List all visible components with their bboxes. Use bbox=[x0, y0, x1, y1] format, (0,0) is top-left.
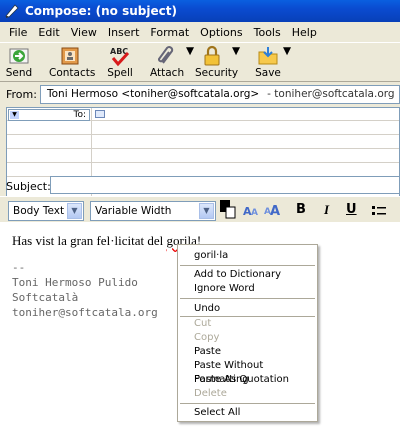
svg-text:A: A bbox=[251, 208, 258, 218]
recipient-row[interactable] bbox=[7, 136, 399, 149]
security-label: Security bbox=[195, 67, 239, 79]
bold-button[interactable]: B bbox=[296, 202, 306, 217]
spell-label: Spell bbox=[107, 67, 133, 79]
save-dropdown-icon[interactable]: ▼ bbox=[283, 45, 291, 57]
attach-label: Attach bbox=[150, 67, 185, 79]
menu-item-delete[interactable]: Delete bbox=[178, 387, 317, 401]
save-button[interactable]: Save bbox=[255, 45, 281, 79]
from-label: From: bbox=[6, 88, 37, 101]
menu-item-ignore-word[interactable]: Ignore Word bbox=[178, 282, 317, 296]
smaller-font-icon[interactable]: A A bbox=[243, 202, 261, 218]
security-button[interactable]: Security bbox=[195, 45, 238, 79]
from-identity: Toni Hermoso <toniher@softcatala.org> bbox=[47, 88, 260, 100]
attach-dropdown-icon[interactable]: ▼ bbox=[186, 45, 194, 57]
menu-item-copy[interactable]: Copy bbox=[178, 331, 317, 345]
contact-card-icon bbox=[95, 110, 105, 118]
menu-tools[interactable]: Tools bbox=[249, 26, 287, 39]
compose-toolbar: Send Contacts ABC Spell Attach ▼ Securit… bbox=[0, 42, 400, 82]
menu-separator bbox=[180, 298, 315, 299]
recipient-row[interactable] bbox=[7, 150, 399, 163]
menu-item-undo[interactable]: Undo bbox=[178, 302, 317, 316]
menu-view[interactable]: View bbox=[66, 26, 103, 39]
recipient-type-select[interactable]: ▼ To: bbox=[8, 109, 90, 121]
title-bar: Compose: (no subject) bbox=[0, 0, 400, 22]
larger-font-icon[interactable]: A A bbox=[264, 201, 282, 218]
menu-format[interactable]: Format bbox=[145, 26, 195, 39]
font-select[interactable]: Variable Width ▼ bbox=[90, 201, 216, 221]
svg-text:A: A bbox=[270, 204, 280, 218]
menu-separator bbox=[180, 265, 315, 266]
send-button[interactable]: Send bbox=[4, 45, 34, 79]
subject-input[interactable] bbox=[50, 176, 400, 194]
save-folder-icon bbox=[258, 47, 278, 65]
save-label: Save bbox=[255, 67, 281, 79]
chevron-down-icon: ▼ bbox=[67, 203, 82, 219]
spell-button[interactable]: ABC Spell bbox=[106, 45, 134, 79]
chevron-down-icon: ▼ bbox=[10, 111, 19, 119]
from-select[interactable]: Toni Hermoso <toniher@softcatala.org> - t… bbox=[40, 85, 400, 104]
chevron-down-icon: ▼ bbox=[199, 203, 214, 219]
signature: -- Toni Hermoso Pulido Softcatalà tonihe… bbox=[12, 261, 158, 319]
menu-file[interactable]: File bbox=[4, 26, 33, 39]
from-account: - toniher@softcatala.org bbox=[267, 88, 395, 100]
message-text: Has vist la gran fel·licitat del gorila! bbox=[12, 233, 201, 249]
contacts-button[interactable]: Contacts bbox=[49, 45, 95, 79]
recipient-row[interactable] bbox=[7, 122, 399, 135]
paragraph-style-select[interactable]: Body Text ▼ bbox=[8, 201, 84, 221]
send-label: Send bbox=[5, 67, 33, 79]
menu-edit[interactable]: Edit bbox=[33, 26, 65, 39]
spellcheck-icon: ABC bbox=[110, 47, 130, 67]
contacts-label: Contacts bbox=[49, 67, 96, 79]
subject-label: Subject: bbox=[6, 180, 51, 193]
security-dropdown-icon[interactable]: ▼ bbox=[232, 45, 240, 57]
from-row: From: Toni Hermoso <toniher@softcatala.o… bbox=[0, 83, 400, 105]
menu-item-add-to-dictionary[interactable]: Add to Dictionary bbox=[178, 268, 317, 282]
menu-help[interactable]: Help bbox=[287, 26, 323, 39]
italic-button[interactable]: I bbox=[324, 202, 329, 218]
menu-options[interactable]: Options bbox=[195, 26, 248, 39]
subject-row: Subject: bbox=[0, 176, 400, 198]
text-color-picker-icon[interactable] bbox=[220, 200, 236, 220]
address-book-icon bbox=[61, 47, 79, 65]
menu-insert[interactable]: Insert bbox=[103, 26, 146, 39]
menu-item-cut[interactable]: Cut bbox=[178, 317, 317, 331]
menu-bar: File Edit View Insert Format Options Too… bbox=[0, 22, 400, 42]
menu-item-select-all[interactable]: Select All bbox=[178, 406, 317, 420]
spellcheck-context-menu: goril·la Add to Dictionary Ignore Word U… bbox=[177, 244, 318, 422]
compose-app-icon bbox=[5, 4, 19, 18]
menu-item-paste[interactable]: Paste bbox=[178, 345, 317, 359]
menu-separator bbox=[180, 403, 315, 404]
recipient-row[interactable]: ▼ To: bbox=[7, 108, 399, 121]
paperclip-icon bbox=[158, 46, 174, 64]
format-toolbar: Body Text ▼ Variable Width ▼ A A A A B I… bbox=[0, 196, 400, 224]
lock-icon bbox=[204, 45, 220, 66]
bullet-list-icon[interactable] bbox=[372, 204, 388, 218]
window-title: Compose: (no subject) bbox=[25, 4, 177, 18]
font-value: Variable Width bbox=[95, 205, 172, 217]
menu-item-suggestion[interactable]: goril·la bbox=[178, 249, 317, 263]
menu-item-paste-without-formatting[interactable]: Paste Without Formatting bbox=[178, 359, 317, 385]
send-icon bbox=[9, 48, 29, 64]
underline-button[interactable]: U bbox=[346, 202, 357, 217]
attach-button[interactable]: Attach bbox=[150, 45, 184, 79]
paragraph-style-value: Body Text bbox=[13, 205, 65, 217]
message-text-before: Has vist la gran fel·licitat del bbox=[12, 233, 167, 248]
recipient-type-label: To: bbox=[73, 110, 86, 120]
menu-item-paste-as-quotation[interactable]: Paste As Quotation bbox=[178, 373, 317, 387]
